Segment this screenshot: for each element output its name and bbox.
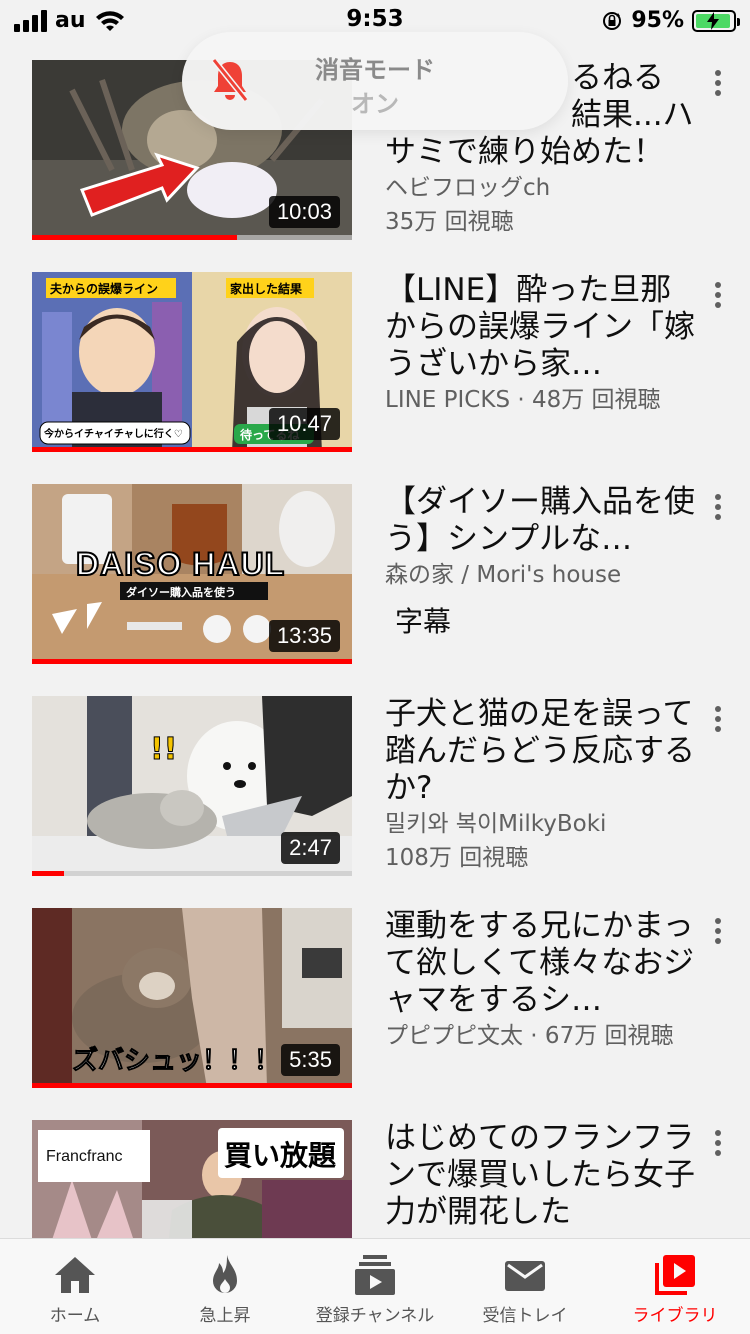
duration-badge: 2:47: [281, 832, 340, 864]
video-item[interactable]: ズバシュッ！！！ 5:35 運動をする兄にかまって欲しくて様々なおジャマをするシ…: [0, 908, 750, 1120]
thumb-label: 買い放題: [224, 1139, 337, 1172]
thumb-label: 家出した結果: [230, 282, 303, 296]
toast-title: 消音モード: [315, 56, 435, 84]
more-options-button[interactable]: [708, 702, 728, 736]
duration-badge: 10:47: [268, 408, 340, 440]
channel-and-views: プピプピ文太 · 67万 回視聴: [385, 1023, 674, 1049]
duration-badge: 13:35: [268, 620, 340, 652]
thumb-label: 夫からの誤爆ライン: [50, 282, 159, 296]
thumb-label: DAISO HAUL: [75, 545, 286, 583]
video-thumbnail[interactable]: 夫からの誤爆ライン 家出した結果 今からイチャイチャしに行く♡ 待ってるね 10…: [32, 272, 352, 452]
channel-name: 森の家 / Mori's house: [385, 562, 622, 588]
flame-icon: [213, 1255, 237, 1293]
battery-icon: [692, 9, 740, 32]
channel-and-views: LINE PICKS · 48万 回視聴: [385, 387, 661, 413]
video-item[interactable]: DAISO HAUL ダイソー購入品を使う 13:35 【ダイソー購入品を使う】…: [0, 484, 750, 696]
bottom-navigation: ホーム 急上昇 登録チャンネル 受信トレイ ライブラリ: [0, 1238, 750, 1334]
watch-progress-fill: [32, 447, 352, 452]
library-icon: [655, 1255, 695, 1295]
nav-library[interactable]: ライブラリ: [600, 1239, 750, 1334]
view-count: 35万 回視聴: [385, 209, 514, 235]
thumb-label: !!: [149, 732, 178, 768]
view-count: 108万 回視聴: [385, 845, 529, 871]
watch-progress-track: [32, 235, 352, 240]
channel-name: ヘビフロッグch: [385, 175, 551, 201]
watch-progress-track: [32, 871, 352, 876]
video-title[interactable]: 子犬と猫の足を誤って踏んだらどう反応するか?: [385, 696, 695, 807]
rotation-lock-icon: [603, 11, 622, 30]
nav-inbox[interactable]: 受信トレイ: [450, 1239, 600, 1334]
nav-label: 急上昇: [199, 1306, 251, 1326]
watch-progress-track: [32, 447, 352, 452]
video-info[interactable]: はじめてのフランフランで爆買いしたら女子力が開花した: [385, 1120, 695, 1231]
duration-badge: 5:35: [281, 1044, 340, 1076]
more-options-button[interactable]: [708, 914, 728, 948]
video-title[interactable]: 【LINE】酔った旦那からの誤爆ライン「嫁うざいから家…: [385, 272, 695, 383]
video-title[interactable]: 運動をする兄にかまって欲しくて様々なおジャマをするシ…: [385, 908, 695, 1019]
nav-trending[interactable]: 急上昇: [150, 1239, 300, 1334]
thumb-label: ズバシュッ！！！: [71, 1046, 281, 1077]
watch-progress-fill: [32, 235, 237, 240]
video-item[interactable]: Francfranc 買い放題 はじめてのフランフランで爆買いしたら女子力が開花…: [0, 1120, 750, 1238]
watch-progress-track: [32, 659, 352, 664]
battery-level: [696, 11, 731, 30]
nav-label: ライブラリ: [632, 1306, 718, 1326]
thumb-label: Francfranc: [46, 1148, 123, 1165]
battery-percent: 95%: [631, 8, 684, 33]
silent-mode-toast: 消音モード オン: [182, 32, 568, 130]
video-feed[interactable]: 10:03 るねる 結果...ハ サミで練り始めた！ ヘビフロッグch 35万 …: [0, 40, 750, 1238]
video-item[interactable]: 夫からの誤爆ライン 家出した結果 今からイチャイチャしに行く♡ 待ってるね 10…: [0, 272, 750, 484]
watch-progress-fill: [32, 871, 64, 876]
subscriptions-icon: [355, 1255, 395, 1295]
video-title-line: サミで練り始めた！: [385, 134, 664, 170]
home-icon: [55, 1257, 95, 1293]
watch-progress-fill: [32, 1083, 352, 1088]
video-thumbnail[interactable]: ズバシュッ！！！ 5:35: [32, 908, 352, 1088]
video-thumbnail[interactable]: Francfranc 買い放題: [32, 1120, 352, 1238]
thumb-label: 今からイチャイチャしに行く♡: [44, 429, 183, 440]
watch-progress-track: [32, 1083, 352, 1088]
thumb-label: ダイソー購入品を使う: [126, 586, 236, 599]
video-title[interactable]: 【ダイソー購入品を使う】シンプルな…: [385, 484, 695, 558]
mail-icon: [505, 1261, 545, 1291]
charging-bolt-icon: [707, 11, 720, 30]
toast-subtitle: オン: [351, 90, 399, 118]
more-options-button[interactable]: [708, 278, 728, 312]
video-info[interactable]: 【LINE】酔った旦那からの誤爆ライン「嫁うざいから家… LINE PICKS …: [385, 272, 695, 417]
nav-subscriptions[interactable]: 登録チャンネル: [300, 1239, 450, 1334]
video-item[interactable]: !! 2:47 子犬と猫の足を誤って踏んだらどう反応するか? 밀키와 복이Mil…: [0, 696, 750, 908]
video-info[interactable]: 【ダイソー購入品を使う】シンプルな… 森の家 / Mori's house 字幕: [385, 484, 695, 640]
channel-name: 밀키와 복이MilkyBoki: [385, 811, 607, 837]
video-info[interactable]: 運動をする兄にかまって欲しくて様々なおジャマをするシ… プピプピ文太 · 67万…: [385, 908, 695, 1053]
video-title[interactable]: はじめてのフランフランで爆買いしたら女子力が開花した: [385, 1120, 695, 1231]
status-right: 95%: [601, 8, 740, 33]
watch-progress-fill: [32, 659, 352, 664]
nav-home[interactable]: ホーム: [0, 1239, 150, 1334]
more-options-button[interactable]: [708, 1126, 728, 1160]
nav-label: ホーム: [49, 1306, 101, 1326]
video-thumbnail[interactable]: !! 2:47: [32, 696, 352, 876]
more-options-button[interactable]: [708, 66, 728, 100]
video-thumbnail[interactable]: DAISO HAUL ダイソー購入品を使う 13:35: [32, 484, 352, 664]
nav-label: 登録チャンネル: [315, 1306, 435, 1326]
nav-label: 受信トレイ: [482, 1306, 568, 1326]
duration-badge: 10:03: [268, 196, 340, 228]
caption-label: 字幕: [395, 605, 452, 638]
more-options-button[interactable]: [708, 490, 728, 524]
video-info[interactable]: 子犬と猫の足を誤って踏んだらどう反応するか? 밀키와 복이MilkyBoki 1…: [385, 696, 695, 875]
